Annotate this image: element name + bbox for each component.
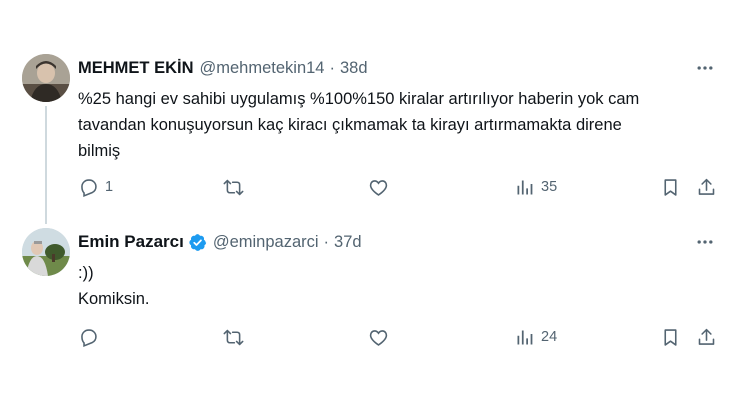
like-button[interactable]: [368, 172, 395, 202]
reply-icon: [81, 328, 97, 347]
more-icon: [697, 240, 713, 244]
views-button[interactable]: 24: [514, 322, 557, 352]
avatar-image: [22, 228, 70, 276]
retweet-icon: [223, 179, 244, 195]
more-button[interactable]: [694, 57, 716, 79]
share-button[interactable]: [696, 322, 717, 352]
author-handle[interactable]: @eminpazarci: [213, 233, 319, 252]
views-icon: [517, 330, 533, 344]
retweet-button[interactable]: [223, 322, 250, 352]
author-name[interactable]: MEHMET EKİN: [78, 59, 194, 78]
action-bar: 24: [68, 322, 728, 352]
bookmark-button[interactable]: [660, 172, 681, 202]
retweet-button[interactable]: [223, 172, 250, 202]
retweet-icon: [223, 329, 244, 345]
thread-line: [45, 106, 47, 224]
tweet-text: :)) Komiksin.: [78, 260, 718, 312]
avatar-image: [22, 54, 70, 102]
reply-icon: [81, 178, 97, 197]
verified-badge-icon: [189, 233, 206, 251]
author-name[interactable]: Emin Pazarcı: [78, 232, 184, 252]
share-button[interactable]: [696, 172, 717, 202]
tweet-text-line: %25 hangi ev sahibi uygulamış %100%150 k…: [78, 90, 640, 108]
action-bar: 1 35: [68, 172, 728, 202]
reply-button[interactable]: 1: [78, 172, 113, 202]
tweet-text: %25 hangi ev sahibi uygulamış %100%150 k…: [78, 86, 718, 164]
tweet-header: MEHMET EKİN @mehmetekin14 · 38d: [78, 56, 368, 80]
separator: ·: [329, 58, 335, 77]
like-button[interactable]: [368, 322, 395, 352]
author-handle[interactable]: @mehmetekin14: [200, 59, 325, 78]
reply-count: 1: [105, 179, 114, 195]
bookmark-button[interactable]: [660, 322, 681, 352]
bookmark-icon: [664, 178, 677, 196]
avatar[interactable]: [22, 228, 70, 276]
more-icon: [697, 66, 713, 70]
tweet-text-line: tavandan konuşuyorsun kaç kiracı çıkmama…: [78, 116, 622, 134]
bookmark-icon: [664, 328, 677, 346]
separator: ·: [323, 232, 330, 251]
tweet[interactable]: Emin Pazarcı @eminpazarci · 37d :)) Komi…: [0, 222, 730, 362]
views-button[interactable]: 35: [514, 172, 557, 202]
views-count: 35: [541, 179, 558, 195]
tweet[interactable]: MEHMET EKİN @mehmetekin14 · 38d %25 hang…: [0, 42, 730, 224]
more-button[interactable]: [694, 231, 716, 253]
tweet-text-line: bilmiş: [78, 142, 121, 160]
heart-icon: [369, 179, 388, 196]
share-icon: [698, 178, 715, 195]
timestamp[interactable]: 38d: [340, 59, 368, 78]
timestamp[interactable]: 37d: [334, 233, 362, 252]
share-icon: [698, 328, 715, 345]
avatar[interactable]: [22, 54, 70, 102]
heart-icon: [369, 329, 388, 346]
tweet-text-line: Komiksin.: [78, 290, 150, 308]
views-icon: [517, 180, 533, 194]
reply-button[interactable]: [78, 322, 105, 352]
tweet-text-line: :)): [78, 264, 94, 282]
tweet-header: Emin Pazarcı @eminpazarci · 37d: [78, 230, 362, 254]
views-count: 24: [541, 329, 558, 345]
